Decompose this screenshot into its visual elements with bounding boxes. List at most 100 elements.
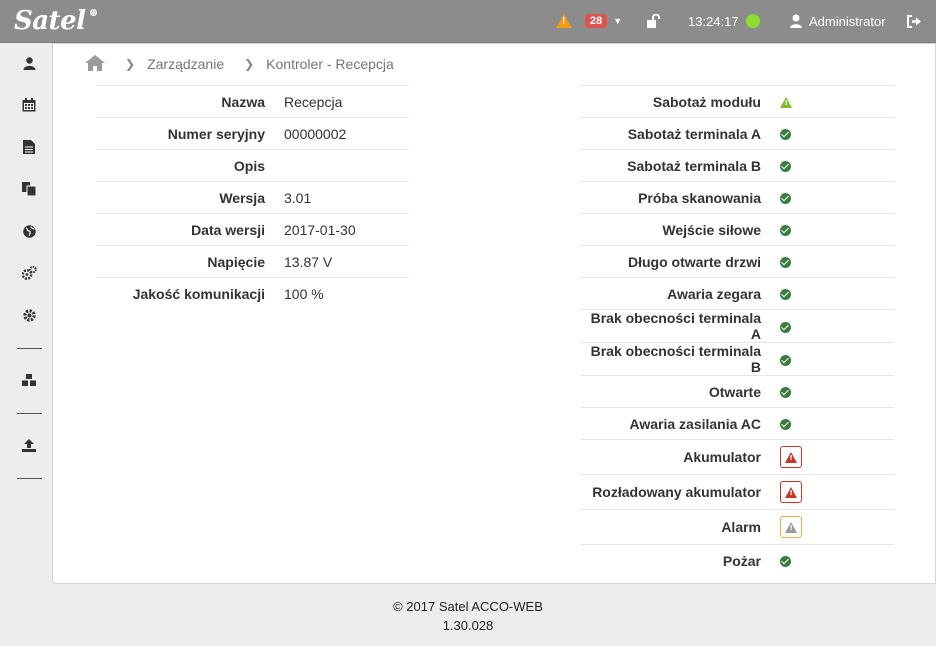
info-row: Numer seryjny 00000002 [96, 117, 409, 150]
warning-icon [785, 521, 797, 533]
ok-check-icon [780, 321, 791, 333]
status-row: Sabotaż terminala A [581, 117, 894, 150]
status-label: Długo otwarte drzwi [581, 245, 772, 278]
info-value [276, 149, 409, 182]
documents-copy-icon[interactable] [20, 180, 38, 198]
version: 1.30.028 [442, 618, 494, 633]
sidebar-divider [17, 348, 42, 349]
satel-logo[interactable]: Satel ⊛ [14, 6, 98, 36]
copyright: © 2017 Satel [393, 599, 469, 614]
info-value: 00000002 [276, 117, 409, 150]
info-label: Wersja [96, 181, 276, 214]
cogs-icon[interactable] [20, 264, 38, 282]
info-value: Recepcja [276, 85, 409, 118]
info-label: Napięcie [96, 245, 276, 278]
controller-info-table: Nazwa Recepcja Numer seryjny 00000002 Opis We… [96, 85, 409, 309]
status-row: Rozładowany akumulator [581, 474, 894, 510]
calendar-icon[interactable] [20, 96, 38, 114]
breadcrumb-item[interactable]: Zarządzanie [147, 56, 224, 72]
top-bar: Satel⊛ 28 ▼ 13:24:17 Administrator [0, 0, 936, 43]
footer: © 2017 Satel ACCO-WEB 1.30.028 [0, 597, 936, 635]
alarm-button[interactable] [780, 446, 802, 468]
ok-check-icon [780, 354, 791, 366]
info-label: Jakość komunikacji [96, 277, 276, 309]
unlock-icon[interactable] [646, 0, 662, 42]
user-icon[interactable] [20, 54, 38, 72]
status-row: Awaria zegara [581, 277, 894, 310]
info-row: Data wersji 2017-01-30 [96, 213, 409, 246]
status-indicator [772, 544, 894, 576]
chevron-right-icon: ❯ [244, 57, 255, 71]
cubes-icon[interactable] [20, 371, 38, 389]
info-row: Wersja 3.01 [96, 181, 409, 214]
status-row: Wejście siłowe [581, 213, 894, 246]
warning-icon [785, 486, 797, 498]
warning-icon [780, 97, 792, 109]
status-label: Wejście siłowe [581, 213, 772, 246]
status-row: Próba skanowania [581, 181, 894, 214]
upload-icon[interactable] [20, 436, 38, 454]
ok-check-icon [780, 161, 791, 173]
info-value: 13.87 V [276, 245, 409, 278]
sidebar-divider [17, 478, 42, 479]
status-indicator [772, 117, 894, 150]
gear-icon[interactable] [20, 306, 38, 324]
info-label: Data wersji [96, 213, 276, 246]
chevron-down-icon: ▼ [613, 16, 623, 26]
ok-check-icon [780, 556, 791, 568]
user-icon[interactable] [789, 0, 803, 42]
status-indicator [772, 309, 894, 343]
notifications-dropdown[interactable]: 28 ▼ [585, 0, 622, 42]
status-label: Sabotaż terminala A [581, 117, 772, 150]
info-label: Opis [96, 149, 276, 182]
home-icon[interactable] [85, 54, 105, 74]
info-value: 100 % [276, 277, 409, 309]
status-label: Próba skanowania [581, 181, 772, 214]
status-row: Brak obecności terminala A [581, 309, 894, 343]
document-icon[interactable] [20, 138, 38, 156]
controller-status-table: Sabotaż modułuSabotaż terminala ASabotaż… [581, 85, 894, 576]
breadcrumb-item-current: Kontroler - Recepcja [266, 56, 394, 72]
status-label: Sabotaż modułu [581, 85, 772, 118]
alarm-button[interactable] [780, 516, 802, 538]
ok-check-icon [780, 289, 791, 301]
status-label: Alarm [581, 509, 772, 545]
breadcrumb: ❯ Zarządzanie ❯ Kontroler - Recepcja [85, 54, 394, 74]
status-row: Otwarte [581, 375, 894, 408]
alarm-button[interactable] [780, 481, 802, 503]
user-name[interactable]: Administrator [809, 0, 886, 42]
info-label: Numer seryjny [96, 117, 276, 150]
sidebar-divider [17, 413, 42, 414]
info-row: Opis [96, 149, 409, 182]
status-indicator [772, 181, 894, 214]
alert-icon[interactable] [556, 0, 572, 42]
info-label: Nazwa [96, 85, 276, 118]
status-row: Brak obecności terminala B [581, 342, 894, 376]
status-label: Rozładowany akumulator [581, 474, 772, 510]
connection-status-icon [746, 0, 760, 42]
status-indicator [772, 407, 894, 440]
notification-count-badge: 28 [585, 14, 608, 28]
warning-icon [785, 451, 797, 463]
status-indicator [772, 277, 894, 310]
status-label: Awaria zasilania AC [581, 407, 772, 440]
ok-check-icon [780, 257, 791, 269]
ok-check-icon [780, 225, 791, 237]
status-label: Pożar [581, 544, 772, 576]
status-row: Awaria zasilania AC [581, 407, 894, 440]
logout-icon[interactable] [907, 0, 922, 42]
chevron-right-icon: ❯ [125, 57, 136, 71]
ok-check-icon [780, 387, 791, 399]
status-indicator [772, 213, 894, 246]
info-value: 3.01 [276, 181, 409, 214]
main-panel: ❯ Zarządzanie ❯ Kontroler - Recepcja Naz… [52, 43, 936, 584]
status-row: Sabotaż terminala B [581, 149, 894, 182]
status-indicator [772, 85, 894, 118]
clock: 13:24:17 [688, 13, 739, 29]
status-indicator [772, 245, 894, 278]
status-label: Brak obecności terminala B [581, 342, 772, 376]
status-indicator [772, 149, 894, 182]
globe-icon[interactable] [20, 222, 38, 240]
status-row: Sabotaż modułu [581, 85, 894, 118]
status-label: Awaria zegara [581, 277, 772, 310]
